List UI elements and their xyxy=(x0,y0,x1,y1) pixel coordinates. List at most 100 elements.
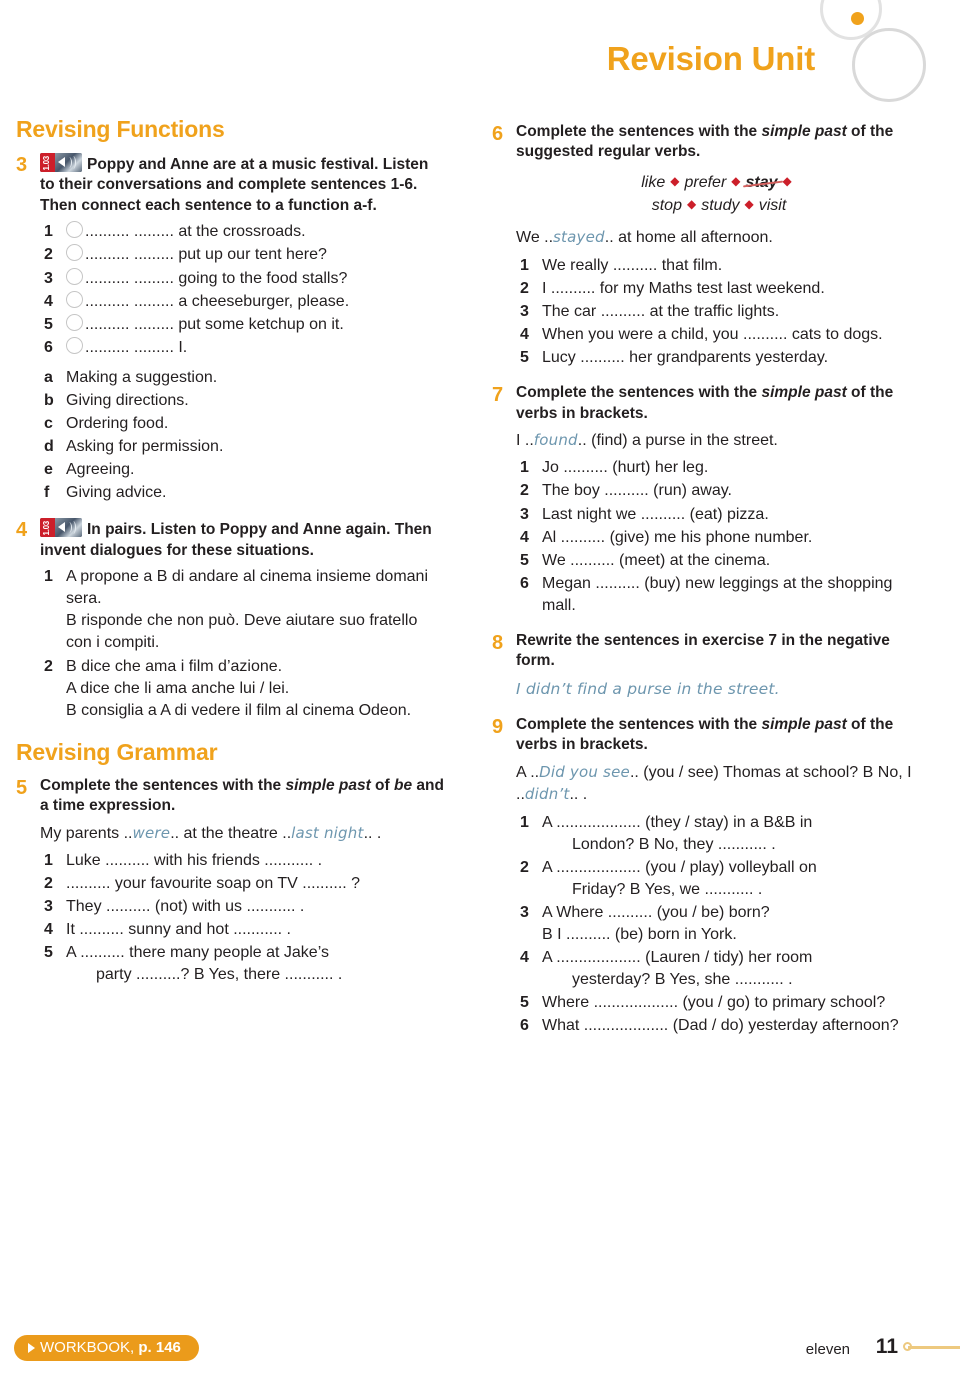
list-item[interactable]: 4 When you were a child, you .......... … xyxy=(516,324,922,346)
item-text: Al .......... (give) me his phone number… xyxy=(542,528,813,546)
match-circle-icon[interactable] xyxy=(66,313,83,331)
list-item[interactable]: 2 .......... your favourite soap on TV .… xyxy=(40,873,446,895)
list-item[interactable]: 3 Last night we .......... (eat) pizza. xyxy=(516,504,922,526)
item-number: 4 xyxy=(520,528,529,546)
list-item[interactable]: 2 A ................... (you / play) vol… xyxy=(516,857,922,901)
list-item[interactable]: e Agreeing. xyxy=(40,459,446,481)
list-item[interactable]: 5 A .......... there many people at Jake… xyxy=(40,942,446,986)
list-item[interactable]: 1 A propone a B di andare al cinema insi… xyxy=(40,566,446,654)
exercise-5: 5 Complete the sentences with the simple… xyxy=(16,776,446,988)
exercise-9: 9 Complete the sentences with the simple… xyxy=(492,715,922,1038)
item-text: .......... ......... a cheeseburger, ple… xyxy=(85,292,350,310)
item-letter: c xyxy=(44,414,53,432)
list-item[interactable]: 6 .......... ......... I. xyxy=(40,336,446,359)
list-item[interactable]: a Making a suggestion. xyxy=(40,367,446,389)
item-letter: a xyxy=(44,368,53,386)
item-text: Last night we .......... (eat) pizza. xyxy=(542,505,769,523)
play-triangle-icon xyxy=(28,1343,35,1353)
audio-track-icon[interactable]: 1.03 xyxy=(40,153,82,172)
exercise-7-instruction: Complete the sentences with the simple p… xyxy=(516,383,922,424)
item-letter: b xyxy=(44,391,54,409)
item-text-line: B consiglia a A di vedere il film al cin… xyxy=(66,701,412,719)
list-item[interactable]: 6 What ................... (Dad / do) ye… xyxy=(516,1015,922,1037)
list-item[interactable]: 1 .......... ......... at the crossroads… xyxy=(40,221,446,243)
list-item[interactable]: 5 We .......... (meet) at the cinema. xyxy=(516,550,922,572)
list-item[interactable]: 5 Where ................... (you / go) t… xyxy=(516,992,922,1014)
word-bank-word[interactable]: study xyxy=(701,197,739,214)
list-item[interactable]: 4 It .......... sunny and hot ..........… xyxy=(40,919,446,941)
match-circle-icon[interactable] xyxy=(66,336,83,354)
list-item[interactable]: 3 A Where .......... (you / be) born? B … xyxy=(516,902,922,946)
item-number: 4 xyxy=(44,292,53,310)
list-item[interactable]: 1 We really .......... that film. xyxy=(516,255,922,277)
list-item[interactable]: d Asking for permission. xyxy=(40,436,446,458)
match-circle-icon[interactable] xyxy=(66,244,83,262)
exercise-8: 8 Rewrite the sentences in exercise 7 in… xyxy=(492,631,922,702)
item-text-line: A Where .......... (you / be) born? xyxy=(542,903,770,921)
list-item[interactable]: 1 A ................... (they / stay) in… xyxy=(516,812,922,856)
audio-track-icon[interactable]: 1.03 xyxy=(40,518,82,538)
list-item[interactable]: 4 A ................... (Lauren / tidy) … xyxy=(516,947,922,991)
example-pre: My parents .. xyxy=(40,824,133,842)
word-bank-word-used[interactable]: stay xyxy=(746,171,778,194)
exercise-9-items: 1 A ................... (they / stay) in… xyxy=(516,812,922,1038)
list-item[interactable]: f Giving advice. xyxy=(40,482,446,504)
item-text-line: B I .......... (be) born in York. xyxy=(542,925,737,943)
list-item[interactable]: 2 .......... ......... put up our tent h… xyxy=(40,244,446,266)
item-text: What ................... (Dad / do) yest… xyxy=(542,1017,899,1035)
word-bank-word[interactable]: prefer xyxy=(684,174,726,191)
item-number: 1 xyxy=(520,813,529,831)
exercise-6: 6 Complete the sentences with the simple… xyxy=(492,122,922,370)
list-item[interactable]: 2 I .......... for my Maths test last we… xyxy=(516,278,922,300)
item-text: .......... ......... going to the food s… xyxy=(85,269,348,287)
item-number: 5 xyxy=(520,348,529,366)
word-bank-word[interactable]: like xyxy=(641,174,665,191)
list-item[interactable]: 1 Jo .......... (hurt) her leg. xyxy=(516,457,922,479)
item-number: 2 xyxy=(44,875,53,893)
instruction-part: Complete the sentences with the xyxy=(40,776,286,794)
item-text-line: A ................... (Lauren / tidy) he… xyxy=(542,948,813,966)
item-text-line: yesterday? B Yes, she ........... . xyxy=(572,971,793,989)
item-text: It .......... sunny and hot ........... … xyxy=(66,921,291,939)
item-number: 4 xyxy=(44,921,53,939)
item-text: Agreeing. xyxy=(66,461,135,479)
list-item[interactable]: 5 .......... ......... put some ketchup … xyxy=(40,313,446,336)
list-item[interactable]: c Ordering food. xyxy=(40,413,446,435)
match-circle-icon[interactable] xyxy=(66,221,83,239)
example-answer: didn’t xyxy=(524,785,570,804)
exercise-7-example: I ..found.. (find) a purse in the street… xyxy=(516,430,922,452)
list-item[interactable]: 2 B dice che ama i film d’azione. A dice… xyxy=(40,656,446,722)
item-number: 2 xyxy=(520,482,529,500)
footer-rule xyxy=(908,1346,960,1349)
item-number: 6 xyxy=(520,1017,529,1035)
word-bank-word[interactable]: visit xyxy=(759,197,787,214)
list-item[interactable]: 4 Al .......... (give) me his phone numb… xyxy=(516,527,922,549)
workbook-reference-button[interactable]: WORKBOOK, p. 146 xyxy=(14,1335,199,1361)
item-number: 6 xyxy=(520,574,529,592)
item-letter: d xyxy=(44,438,54,456)
list-item[interactable]: 3 .......... ......... going to the food… xyxy=(40,267,446,290)
list-item[interactable]: 2 The boy .......... (run) away. xyxy=(516,480,922,502)
example-answer: stayed xyxy=(553,228,605,247)
page-title: Revision Unit xyxy=(606,40,815,77)
exercise-5-example: My parents ..were.. at the theatre ..las… xyxy=(40,823,446,845)
word-separator-icon: ◆ xyxy=(670,173,680,188)
example-answer: found xyxy=(533,430,578,449)
match-circle-icon[interactable] xyxy=(66,267,83,285)
item-text: .......... your favourite soap on TV ...… xyxy=(66,875,361,893)
match-circle-icon[interactable] xyxy=(66,290,83,308)
list-item[interactable]: 1 Luke .......... with his friends .....… xyxy=(40,850,446,872)
item-text-line: A ................... (they / stay) in a… xyxy=(542,813,813,831)
exercise-9-instruction: Complete the sentences with the simple p… xyxy=(516,715,922,756)
list-item[interactable]: 6 Megan .......... (buy) new leggings at… xyxy=(516,573,922,617)
list-item[interactable]: 3 They .......... (not) with us ........… xyxy=(40,896,446,918)
list-item[interactable]: 4 .......... ......... a cheeseburger, p… xyxy=(40,290,446,313)
list-item[interactable]: b Giving directions. xyxy=(40,390,446,412)
item-letter: e xyxy=(44,461,53,479)
list-item[interactable]: 3 The car .......... at the traffic ligh… xyxy=(516,301,922,323)
word-bank-word[interactable]: stop xyxy=(652,197,682,214)
instruction-emphasis: be xyxy=(394,776,413,794)
word-separator-icon: ◆ xyxy=(744,197,754,212)
item-text: .......... ......... at the crossroads. xyxy=(85,223,306,241)
list-item[interactable]: 5 Lucy .......... her grandparents yeste… xyxy=(516,347,922,369)
